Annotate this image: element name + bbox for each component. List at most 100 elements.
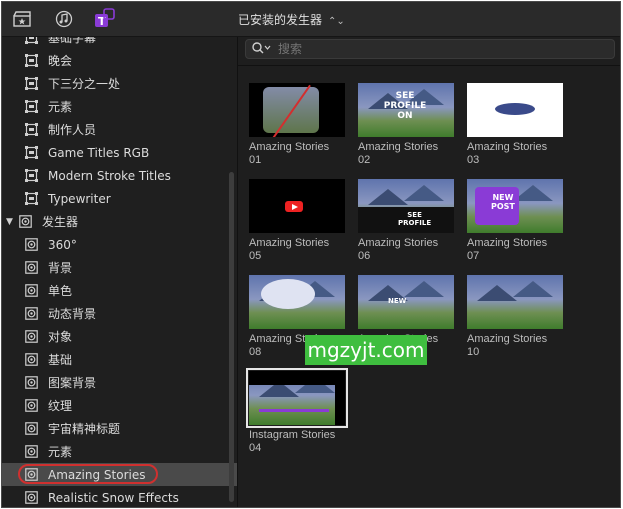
generator-thumbnail[interactable]: Amazing Stories 01 <box>249 83 349 167</box>
sidebar-item-label: 动态背景 <box>48 307 97 321</box>
sidebar-item[interactable]: 制作人员 <box>2 118 237 141</box>
search-input[interactable] <box>276 41 580 57</box>
sidebar-item[interactable]: Typewriter <box>2 187 237 210</box>
sidebar-item-label: 纹理 <box>48 399 73 413</box>
sidebar-item-label: 基础 <box>48 353 73 367</box>
generator-icon <box>24 445 38 459</box>
disclosure-triangle-icon[interactable]: ▼ <box>6 217 16 227</box>
thumbnail-image <box>249 83 345 137</box>
sidebar-item[interactable]: 基础 <box>2 348 237 371</box>
title-icon <box>24 146 38 160</box>
generator-thumbnail[interactable]: Amazing Stories 10 <box>467 275 567 359</box>
title-icon <box>24 192 38 206</box>
sidebar-item-label: 下三分之一处 <box>48 77 121 91</box>
sidebar-item[interactable]: Realistic Snow Effects <box>2 486 237 507</box>
generator-icon <box>24 353 38 367</box>
search-field[interactable] <box>245 39 615 59</box>
sidebar-item[interactable]: 基础字幕 <box>2 37 237 49</box>
sidebar-item-label: Amazing Stories <box>48 467 146 482</box>
svg-text:T: T <box>98 15 106 28</box>
sidebar-item-label: 制作人员 <box>48 123 97 137</box>
sidebar-item[interactable]: 单色 <box>2 279 237 302</box>
generator-icon <box>18 215 32 229</box>
generator-icon <box>24 422 38 436</box>
sidebar-item-label: 单色 <box>48 284 73 298</box>
sidebar-item-label: 晚会 <box>48 54 73 68</box>
sidebar-item[interactable]: 下三分之一处 <box>2 72 237 95</box>
thumbnail-image <box>467 275 563 329</box>
watermark: mgzyjt.com <box>305 335 427 365</box>
sidebar-item-label: 宇宙精神标题 <box>48 422 121 436</box>
generator-icon <box>24 376 38 390</box>
thumbnail-label: Amazing Stories 10 <box>467 333 548 358</box>
sidebar-item[interactable]: 图案背景 <box>2 371 237 394</box>
generator-thumbnail[interactable]: NEW POST Amazing Stories 07 <box>467 179 567 263</box>
sidebar-scrollbar[interactable] <box>229 172 234 502</box>
title-icon <box>24 54 38 68</box>
sidebar-item-label: 360° <box>48 237 77 252</box>
library-title-dropdown[interactable]: 已安装的发生器 ⌃⌄ <box>238 11 345 28</box>
thumbnail-image <box>467 83 563 137</box>
thumbnail-image <box>249 179 345 233</box>
generator-icon <box>24 307 38 321</box>
generator-icon <box>24 399 38 413</box>
generator-thumbnail[interactable]: Amazing Stories 03 <box>467 83 567 167</box>
title-icon <box>24 100 38 114</box>
thumbnail-label: Amazing Stories 01 <box>249 141 330 166</box>
thumbnail-label: Instagram Stories 04 <box>249 429 336 454</box>
sidebar-item-label: 图案背景 <box>48 376 97 390</box>
sidebar-item-label: 对象 <box>48 330 73 344</box>
sidebar-item[interactable]: Game Titles RGB <box>2 141 237 164</box>
thumbnail-image: NEW POST <box>467 179 563 233</box>
thumbnail-label: Amazing Stories 02 <box>358 141 439 166</box>
sidebar-item-label: 元素 <box>48 445 73 459</box>
sidebar-item[interactable]: ▼ 发生器 <box>2 210 231 233</box>
sidebar-item-label: Modern Stroke Titles <box>48 168 171 183</box>
divider <box>238 65 620 66</box>
thumbnail-label: Amazing Stories 05 <box>249 237 330 262</box>
sidebar-item[interactable]: 背景 <box>2 256 237 279</box>
sidebar-item[interactable]: 元素 <box>2 95 237 118</box>
sidebar-item-label: 元素 <box>48 100 73 114</box>
generator-thumbnail[interactable]: SEE PROFILE Amazing Stories 06 <box>358 179 458 263</box>
sidebar: 基础字幕 晚会 下三分之一处 元素 制作人员 Game Titles RGB Modern … <box>2 37 238 507</box>
sidebar-item[interactable]: 纹理 <box>2 394 237 417</box>
generator-icon <box>24 491 38 505</box>
clapper-star-icon[interactable] <box>11 8 33 30</box>
thumbnail-image: SEE PROFILE ON <box>358 83 454 137</box>
generator-icon <box>24 238 38 252</box>
sidebar-item[interactable]: Amazing Stories <box>2 463 237 486</box>
generator-thumbnail[interactable]: Instagram Stories 04 <box>246 368 349 455</box>
title-icon <box>24 37 38 45</box>
thumbnail-label: Amazing Stories 06 <box>358 237 439 262</box>
sidebar-item-label: 基础字幕 <box>48 37 97 45</box>
sidebar-item[interactable]: Modern Stroke Titles <box>2 164 237 187</box>
sidebar-item[interactable]: 360° <box>2 233 237 256</box>
sidebar-item[interactable]: 元素 <box>2 440 237 463</box>
generator-icon <box>24 284 38 298</box>
thumbnail-label: Amazing Stories 07 <box>467 237 548 262</box>
title-icon <box>24 123 38 137</box>
generator-thumbnail[interactable]: SEE PROFILE ON Amazing Stories 02 <box>358 83 458 167</box>
thumbnail-label: Amazing Stories 03 <box>467 141 548 166</box>
chevron-updown-icon: ⌃⌄ <box>328 16 345 27</box>
sidebar-item[interactable]: 对象 <box>2 325 237 348</box>
library-title: 已安装的发生器 <box>238 13 323 27</box>
generator-thumbnail[interactable]: Amazing Stories 05 <box>249 179 349 263</box>
generator-icon <box>24 261 38 275</box>
title-icon <box>24 169 38 183</box>
music-note-icon[interactable] <box>53 8 75 30</box>
search-icon[interactable] <box>252 41 272 57</box>
generator-icon <box>24 468 38 482</box>
sidebar-item-label: Typewriter <box>48 191 111 206</box>
sidebar-item[interactable]: 动态背景 <box>2 302 237 325</box>
sidebar-item-label: 背景 <box>48 261 73 275</box>
generators-browser-window: T 已安装的发生器 ⌃⌄ 基础字幕 晚会 下三分之一处 元素 制作人员 Game Title… <box>1 1 621 508</box>
thumbnail-image <box>249 275 345 329</box>
browser-pane: Amazing Stories 01 SEEPROFILEON Amazing St… <box>238 37 620 507</box>
titles-icon[interactable]: T <box>94 8 116 30</box>
thumbnail-image: SEE PROFILE <box>358 179 454 233</box>
sidebar-item[interactable]: 宇宙精神标题 <box>2 417 237 440</box>
sidebar-item[interactable]: 晚会 <box>2 49 237 72</box>
top-bar: T 已安装的发生器 ⌃⌄ <box>2 2 620 37</box>
